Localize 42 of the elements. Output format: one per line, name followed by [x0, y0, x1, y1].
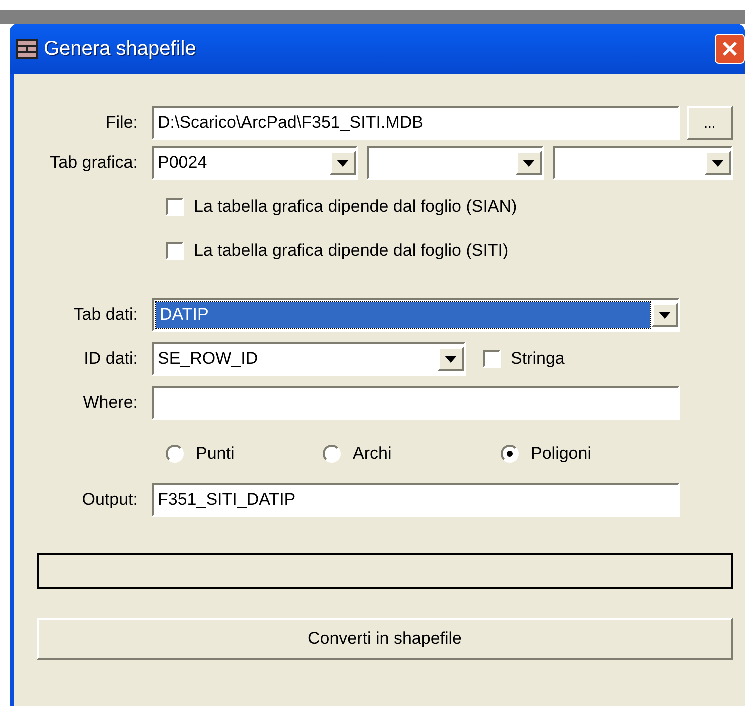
checkbox[interactable]: [483, 350, 501, 368]
field-label: Tab grafica:: [50, 152, 138, 174]
dropdown-button[interactable]: [330, 151, 356, 175]
convert-button[interactable]: Converti in shapefile: [37, 618, 733, 660]
id-dropdown[interactable]: SE_ROW_ID: [152, 342, 466, 376]
dropdown-button[interactable]: [652, 303, 678, 327]
checkbox-label: La tabella grafica dipende dal foglio (SIAN): [194, 196, 518, 218]
field-label: Tab dati:: [74, 304, 138, 326]
radio-label: Poligoni: [531, 443, 592, 466]
checkbox[interactable]: [166, 198, 184, 216]
radio-button[interactable]: [166, 445, 184, 463]
caret-icon: [337, 160, 349, 166]
caret-icon: [659, 312, 671, 318]
output-field[interactable]: F351_SITI_DATIP: [152, 483, 680, 517]
window-title: Genera shapefile: [44, 37, 196, 62]
radio-label: Archi: [353, 443, 392, 466]
checkbox-label: Stringa: [511, 348, 565, 370]
close-icon: [722, 41, 738, 57]
field-label: Output:: [82, 489, 138, 512]
field-label: File:: [106, 112, 138, 134]
caret-icon: [712, 160, 724, 166]
table-dropdown[interactable]: [553, 146, 733, 180]
close-button[interactable]: [715, 34, 745, 64]
radio-button[interactable]: [501, 445, 519, 463]
where-field[interactable]: [152, 386, 680, 420]
radio-button[interactable]: [323, 445, 341, 463]
dropdown-button[interactable]: [705, 151, 731, 175]
radio-label: Punti: [196, 443, 235, 466]
brick-wall-icon: [16, 39, 38, 59]
checkbox-label: La tabella grafica dipende dal foglio (SITI): [194, 240, 509, 262]
table-dropdown[interactable]: [367, 146, 544, 180]
caret-icon: [523, 160, 535, 166]
caret-icon: [445, 356, 457, 362]
field-label: ID dati:: [84, 348, 138, 370]
field-label: Where:: [83, 392, 138, 414]
table-dropdown[interactable]: P0024: [152, 146, 358, 180]
dropdown-button[interactable]: [438, 347, 464, 371]
dropdown-button[interactable]: [516, 151, 542, 175]
table-dropdown[interactable]: DATIP: [152, 298, 680, 332]
file-path-field[interactable]: D:\Scarico\ArcPad\F351_SITI.MDB: [152, 106, 680, 140]
checkbox[interactable]: [166, 242, 184, 260]
browse-button[interactable]: ...: [687, 106, 733, 140]
